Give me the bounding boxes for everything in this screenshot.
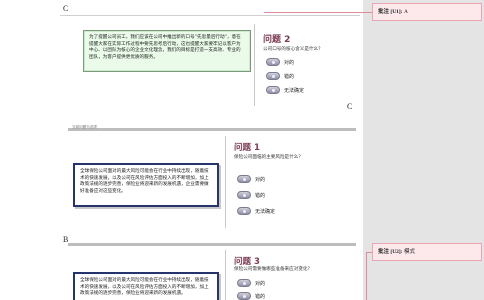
section-letter-c: C — [63, 4, 69, 13]
section-2-header: 当前问题与选项 — [72, 125, 98, 129]
option-true[interactable]: 对的 — [237, 279, 265, 287]
section-rule-2 — [68, 128, 356, 131]
option-false[interactable]: 错的 — [266, 72, 294, 80]
block2-divider — [225, 136, 226, 228]
comment-label: 批注 [U2]: — [378, 249, 403, 255]
option-label: 无法确定 — [284, 87, 305, 94]
section-letter-c-right: C — [347, 102, 353, 111]
comment-text: 模式 — [403, 249, 415, 255]
comment-1[interactable]: 批注 [U1]: A — [372, 3, 482, 21]
comment-2-connector — [366, 252, 367, 300]
question-2-text: 公司口号的核心含义是什么？ — [263, 47, 323, 52]
comment-1-connector — [264, 12, 372, 13]
option-radio-icon[interactable] — [237, 279, 251, 287]
option-label: 错的 — [284, 73, 295, 80]
question-1-text: 保险公司面临的主要风险是什么？ — [234, 155, 303, 160]
option-label: 错的 — [255, 192, 266, 199]
passage-box-1: 为了提醒公司员工，我们应该在公司中推出新的口号“先思量后行动”，意在提醒大家在实… — [83, 30, 251, 72]
option-true[interactable]: 对的 — [266, 58, 294, 66]
option-unknown[interactable]: 无法确定 — [237, 207, 275, 215]
document-page: C 为了提醒公司员工，我们应该在公司中推出新的口号“先思量后行动”，意在提醒大家… — [0, 0, 363, 300]
option-radio-icon[interactable] — [266, 72, 280, 80]
option-label: 对的 — [255, 280, 266, 287]
question-1-title: 问题 1 — [234, 143, 260, 153]
option-unknown[interactable]: 无法确定 — [266, 86, 304, 94]
question-2-title: 问题 2 — [263, 35, 291, 45]
option-label: 错的 — [255, 293, 266, 300]
option-label: 对的 — [255, 176, 266, 183]
comment-label: 批注 [U1]: — [378, 9, 403, 15]
option-false[interactable]: 错的 — [237, 191, 265, 199]
option-label: 无法确定 — [255, 208, 276, 215]
passage-box-2: 全球保险公司面对的最大风险可能会在行业中持续出现，随着技术的快速发展，以及公司在… — [73, 163, 219, 207]
block3-divider — [225, 250, 226, 300]
option-radio-icon[interactable] — [237, 207, 251, 215]
top-rule — [60, 15, 360, 16]
option-radio-icon[interactable] — [237, 292, 251, 300]
question-3-text: 保险公司需要做哪些准备来应对变化？ — [234, 267, 313, 272]
comment-text: A — [403, 9, 408, 15]
option-radio-icon[interactable] — [266, 58, 280, 66]
option-radio-icon[interactable] — [237, 191, 251, 199]
comment-2[interactable]: 批注 [U2]: 模式 — [372, 243, 482, 261]
passage-box-3: 全球保险公司面对的最大风险可能会在行业中持续出现，随着技术的快速发展，以及公司在… — [73, 272, 219, 300]
option-label: 对的 — [284, 59, 295, 66]
option-false[interactable]: 错的 — [237, 292, 265, 300]
section-rule-3 — [68, 243, 356, 246]
option-radio-icon[interactable] — [266, 86, 280, 94]
option-true[interactable]: 对的 — [237, 175, 265, 183]
block1-divider — [254, 24, 255, 106]
option-radio-icon[interactable] — [237, 175, 251, 183]
